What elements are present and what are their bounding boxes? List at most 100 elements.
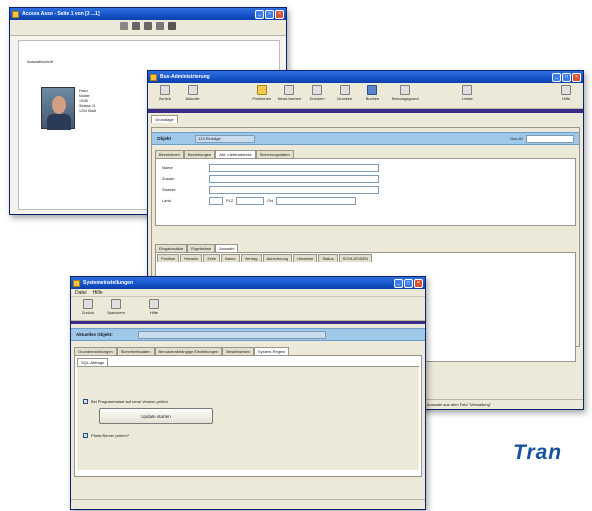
tab-grundlage[interactable]: Grundlage <box>151 115 178 123</box>
positions-button[interactable]: Positionen <box>249 85 275 106</box>
tab-sicherheitsdaten[interactable]: Sicherheitsdaten <box>116 347 155 355</box>
toolbar-label: Drucken <box>309 96 325 101</box>
tab-beziehungen[interactable]: Beziehungen <box>183 150 216 158</box>
address-panel: Name Zusatz Strasse Land PLZ Ort <box>155 158 576 226</box>
land-field[interactable] <box>209 196 223 205</box>
back-button[interactable]: Zurück <box>75 299 101 318</box>
toolbar-label: Setzungsgrund <box>391 96 419 101</box>
minimize-icon[interactable]: _ <box>255 9 264 19</box>
settings-menubar: Datei Hilfe <box>71 289 425 297</box>
nav-icon[interactable] <box>120 22 128 30</box>
object-value: 123 Einträge <box>195 134 255 143</box>
maximize-icon[interactable]: □ <box>404 278 413 288</box>
current-object-field[interactable] <box>138 330 326 339</box>
current-object-bar: Aktuelles Objekt: <box>71 328 425 341</box>
grid-column-header[interactable]: Zeile <box>203 254 220 262</box>
printer-button[interactable]: Drucken <box>332 85 358 106</box>
zusatz-row: Zusatz <box>156 173 575 184</box>
settings-statusbar <box>71 499 425 509</box>
list-button[interactable]: Leiste <box>455 85 481 106</box>
plz-field[interactable] <box>236 196 265 205</box>
refresh-button[interactable]: Aktuelle <box>180 85 206 106</box>
id-field[interactable] <box>526 134 574 143</box>
maximize-icon[interactable]: □ <box>562 72 571 82</box>
menu-datei[interactable]: Datei <box>75 290 87 296</box>
check-version-row: ✓ Bei Programmstart auf neue Version prü… <box>83 399 168 404</box>
print-icon <box>312 85 323 95</box>
tab-auswahl[interactable]: Auswahl <box>215 244 239 252</box>
update-button[interactable]: Update starten <box>99 408 213 424</box>
tab-bezeichnen[interactable]: Bezeichnen <box>155 150 184 158</box>
help-button[interactable]: Hilfe <box>553 85 579 106</box>
tab-ergebnisse[interactable]: Ergebnisse <box>187 244 216 252</box>
ort-field[interactable] <box>275 196 356 205</box>
name-field[interactable] <box>209 163 379 172</box>
version-checkbox[interactable]: ✓ <box>83 399 88 404</box>
tab-sql-abfrage[interactable]: SQL-Abfrage <box>77 358 109 366</box>
report-header: Auswahlschritt <box>27 59 53 64</box>
strasse-field[interactable] <box>209 185 379 194</box>
close-icon[interactable]: × <box>572 72 581 82</box>
print-button[interactable]: Drucken <box>304 85 330 106</box>
grid-column-header[interactable]: Vertrag <box>240 254 262 262</box>
app-icon <box>73 279 80 287</box>
menu-hilfe[interactable]: Hilfe <box>93 290 103 296</box>
photo-face <box>52 96 66 114</box>
copy-icon[interactable] <box>156 22 164 30</box>
tab-benutzer[interactable]: Benutzerabhängige Einstellungen <box>154 347 223 355</box>
help-button[interactable]: Hilfe <box>141 299 167 318</box>
grid-column-header[interactable]: Hinweis <box>180 254 203 262</box>
settings-button[interactable]: Setzungsgrund <box>387 85 423 106</box>
app-icon <box>12 10 19 18</box>
grid-column-header[interactable]: Position <box>157 254 180 262</box>
back-icon <box>83 299 93 309</box>
app-icon <box>150 73 157 81</box>
tab-grundeinstellungen[interactable]: Grundeinstellungen <box>74 347 117 355</box>
toolbar-label: Hilfe <box>562 96 571 101</box>
detail-line: 1234 Stadt <box>79 109 96 113</box>
toolbar-label: Neu/Löschen <box>277 96 302 101</box>
grid-column-header[interactable]: SCHLIESSEN <box>338 254 372 262</box>
save-button[interactable]: Speichern <box>103 299 129 318</box>
grid-column-header[interactable]: Name <box>220 254 240 262</box>
save-icon[interactable] <box>168 22 176 30</box>
zusatz-label: Zusatz <box>162 176 175 181</box>
close-icon[interactable]: × <box>275 9 284 19</box>
tab-system-regeln[interactable]: System-Regeln <box>253 347 290 355</box>
grid-column-header[interactable]: Status <box>318 254 338 262</box>
land-label: Land <box>162 198 171 203</box>
toolbar-label: Hilfe <box>149 310 158 315</box>
tab-bestellwesen[interactable]: Bestellwesen <box>222 347 254 355</box>
grid-column-header[interactable]: Hinweise <box>293 254 318 262</box>
printer-icon <box>339 85 350 95</box>
settings-toolbar: Zurück Speichern Hilfe <box>71 297 425 321</box>
back-icon <box>159 85 170 95</box>
tab-sicherungsdaten[interactable]: Sicherungsdaten <box>255 150 294 158</box>
grid-column-header[interactable]: Abrechnung <box>262 254 293 262</box>
id-label: Geo-ID <box>510 136 523 141</box>
maximize-icon[interactable]: □ <box>265 9 274 19</box>
admin-toolbar: Zurück Aktuelle Positionen Neu/Löschen D… <box>148 83 583 109</box>
report-titlebar: Access Asso - Seite 1 von [3 ...1] _ □ × <box>10 8 286 20</box>
new-delete-button[interactable]: Neu/Löschen <box>277 85 303 106</box>
zusatz-field[interactable] <box>209 174 379 183</box>
print-icon[interactable] <box>144 22 152 30</box>
window-buttons: _ □ × <box>255 9 284 19</box>
book-button[interactable]: Buchen <box>360 85 386 106</box>
toolbar-label: Zurück <box>158 96 171 101</box>
minimize-icon[interactable]: _ <box>552 72 561 82</box>
zoom-icon[interactable] <box>132 22 140 30</box>
system-rules-panel: SQL-Abfrage ✓ Bei Programmstart auf neue… <box>74 355 422 477</box>
close-icon[interactable]: × <box>414 278 423 288</box>
book-icon <box>367 85 378 95</box>
paths-checkbox[interactable]: ✓ <box>83 433 88 438</box>
settings-title: Systemeinstellungen <box>83 280 134 286</box>
minimize-icon[interactable]: _ <box>394 278 403 288</box>
person-details: Franz Muster 10/08 Strasse 21 1234 Stadt <box>79 89 96 114</box>
back-button[interactable]: Zurück <box>152 85 178 106</box>
tab-lieferadresse[interactable]: Abt. Lieferadresse <box>215 150 256 158</box>
tab-eingabesaetze[interactable]: Eingabesätze <box>155 244 188 252</box>
help-icon <box>149 299 159 309</box>
